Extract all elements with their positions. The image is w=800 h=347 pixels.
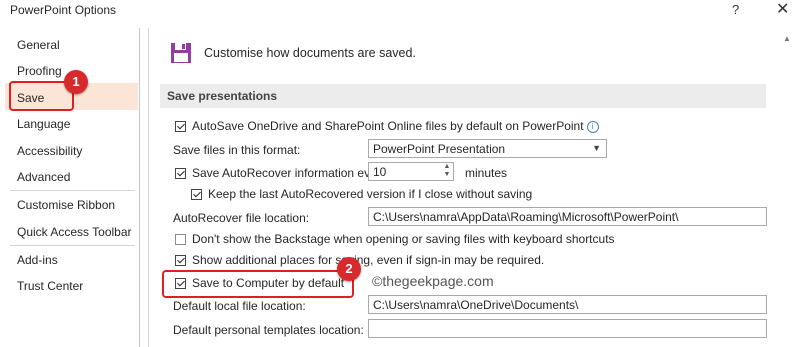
section-header: Save presentations [160,84,766,108]
section-title: Save presentations [167,89,278,103]
save-format-value: PowerPoint Presentation [373,142,506,156]
title-bar: PowerPoint Options ? ✕ [0,0,800,22]
autorecover-unit: minutes [465,166,508,180]
keep-last-autorecovered-checkbox[interactable] [191,189,202,200]
autosave-label: AutoSave OneDrive and SharePoint Online … [192,119,599,133]
autorecover-minutes-value: 10 [373,165,387,179]
scroll-up-icon[interactable]: ▲ [783,34,791,43]
sidebar-divider [10,245,135,246]
dont-show-backstage-label: Don't show the Backstage when opening or… [192,232,615,246]
page-heading: Customise how documents are saved. [204,46,416,60]
callout-badge-1: 1 [64,70,88,94]
spinner-arrows-icon[interactable]: ▲ ▼ [441,163,453,180]
info-icon[interactable]: i [586,121,599,133]
watermark-text: ©thegeekpage.com [372,273,494,289]
sidebar-item-advanced[interactable]: Advanced [17,170,70,184]
sidebar-item-customise-ribbon[interactable]: Customise Ribbon [17,198,115,212]
help-icon[interactable]: ? [732,2,739,17]
sidebar-divider [10,190,135,191]
sidebar-item-quick-access-toolbar[interactable]: Quick Access Toolbar [17,225,132,239]
show-additional-places-label: Show additional places for saving, even … [192,253,545,267]
save-icon [171,43,191,63]
personal-templates-location-label: Default personal templates location: [173,323,364,337]
autorecover-location-label: AutoRecover file location: [173,211,310,225]
callout-badge-2: 2 [337,257,361,281]
sidebar-item-language[interactable]: Language [17,117,70,131]
sidebar-item-trust-center[interactable]: Trust Center [17,279,83,293]
sidebar-item-general[interactable]: General [17,38,60,52]
close-icon[interactable]: ✕ [776,0,789,19]
keep-last-autorecovered-label: Keep the last AutoRecovered version if I… [208,187,533,201]
dont-show-backstage-checkbox[interactable] [175,234,186,245]
scrollbar[interactable]: ▲ [781,28,795,347]
autorecover-checkbox[interactable] [175,168,186,179]
callout-box-save-to-computer [162,270,354,298]
autorecover-label: Save AutoRecover information every [192,166,387,180]
default-local-location-field[interactable]: C:\Users\namra\OneDrive\Documents\ [368,295,767,314]
window-title: PowerPoint Options [10,3,117,17]
autorecover-location-field[interactable]: C:\Users\namra\AppData\Roaming\Microsoft… [368,207,767,226]
personal-templates-location-field[interactable] [368,319,767,338]
default-local-location-label: Default local file location: [173,299,306,313]
sidebar-item-accessibility[interactable]: Accessibility [17,144,82,158]
show-additional-places-checkbox[interactable] [175,255,186,266]
sidebar-item-add-ins[interactable]: Add-ins [17,253,58,267]
chevron-down-icon: ▼ [592,143,601,153]
save-format-dropdown[interactable]: PowerPoint Presentation ▼ [368,139,607,158]
save-format-label: Save files in this format: [173,143,301,157]
autosave-checkbox[interactable] [175,121,186,132]
autorecover-minutes-stepper[interactable]: 10 ▲ ▼ [368,162,454,181]
sidebar-item-proofing[interactable]: Proofing [17,64,62,78]
